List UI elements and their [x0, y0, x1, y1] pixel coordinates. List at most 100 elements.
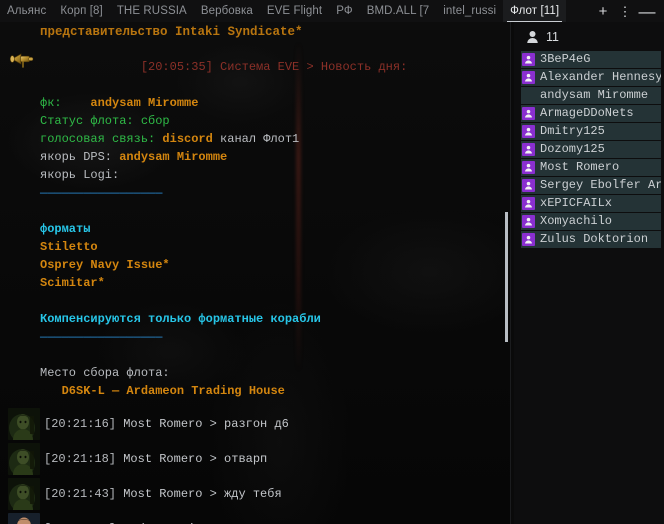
motd-header-line: представительство Intaki Syndicate* [40, 25, 303, 39]
motd-line-4: якорь Logi: [40, 166, 510, 184]
fleet-role-badge-icon [522, 125, 535, 138]
chat-tab-3[interactable]: Вербовка [194, 0, 260, 22]
member-list[interactable]: 3BeP4eG Alexander Hennesy andysam Miromme A… [514, 51, 664, 524]
chat-tab-label: Флот [11] [510, 5, 560, 17]
member-name: ArmageDDoNets [540, 107, 634, 120]
avatar[interactable] [8, 443, 40, 475]
motd-key: якорь Logi: [40, 168, 120, 182]
motd-line-10: Scimitar* [40, 274, 510, 292]
member-list-item[interactable]: Dmitry125 [521, 123, 661, 140]
motd-key: фк: [40, 96, 62, 110]
member-name: Zulus Doktorion [540, 233, 649, 246]
message-timestamp: [20:21:18] [44, 451, 117, 466]
member-count-label: 11 [546, 30, 559, 44]
chat-scrollbar-thumb[interactable] [505, 212, 508, 342]
message-timestamp: [20:21:16] [44, 416, 117, 431]
chat-tab-6[interactable]: BMD.ALL [7 [360, 0, 437, 22]
member-list-item[interactable]: ArmageDDoNets [521, 105, 661, 122]
message-body: разгон д6 [224, 416, 289, 431]
chat-message[interactable]: [20:21:18] Most Romero > отварп [0, 441, 510, 476]
member-list-item[interactable]: andysam Miromme [521, 87, 661, 104]
system-arrow: > [306, 60, 314, 74]
message-author: Most Romero [123, 451, 203, 466]
motd-line-13: ————————————————— [40, 328, 510, 346]
message-arrow: > [202, 486, 225, 501]
motd-line-5: ————————————————— [40, 184, 510, 202]
message-timestamp: [20:21:43] [44, 486, 117, 501]
motd-key: якорь DPS: [40, 150, 113, 164]
member-name: Xomyachilo [540, 215, 613, 228]
member-list-item[interactable]: 3BeP4eG [521, 51, 661, 68]
motd-line-list: фк: andysam Miromme Статус флота: сбор гол… [40, 94, 510, 400]
motd-tail: канал Флот1 [212, 132, 300, 146]
chat-message-list: [20:21:16] Most Romero > разгон д6 [20:21… [0, 406, 510, 524]
chat-message-text: [20:21:16] Most Romero > разгон д6 [44, 416, 289, 432]
motd-line-2: голосовая связь: discord канал Флот1 [40, 130, 510, 148]
motd-key: Статус флота: [40, 114, 134, 128]
member-name: Dozomy125 [540, 143, 605, 156]
avatar[interactable] [8, 478, 40, 510]
system-message-row: [20:05:35] Система EVE > Новость дня: фк… [0, 40, 510, 400]
member-name: Dmitry125 [540, 125, 605, 138]
fleet-role-badge-icon [522, 143, 535, 156]
chat-message[interactable]: [20:21:16] Most Romero > разгон д6 [0, 406, 510, 441]
message-author: Most Romero [123, 486, 203, 501]
motd-text: Scimitar* [40, 276, 105, 290]
fleet-role-badge-icon [522, 197, 535, 210]
motd-line-8: Stiletto [40, 238, 510, 256]
member-list-item[interactable]: Sergey Ebolfer Arjar [521, 177, 661, 194]
fleet-role-badge-icon [522, 233, 535, 246]
fleet-role-badge-icon [522, 161, 535, 174]
minimize-button[interactable]: — [636, 0, 658, 22]
member-list-item[interactable]: Alexander Hennesy [521, 69, 661, 86]
avatar[interactable] [8, 408, 40, 440]
fleet-role-badge-icon [522, 53, 535, 66]
motd-line-7: форматы [40, 220, 510, 238]
member-list-item[interactable]: xEPICFAILx [521, 195, 661, 212]
chat-tab-2[interactable]: THE RUSSIA [110, 0, 194, 22]
chat-message-pane[interactable]: представительство Intaki Syndicate* [20:… [0, 22, 510, 524]
chat-window: Альянс Корп [8] THE RUSSIA Вербовка EVE Flig… [0, 0, 664, 524]
member-list-item[interactable]: Most Romero [521, 159, 661, 176]
motd-line-9: Osprey Navy Issue* [40, 256, 510, 274]
chat-message[interactable]: [20:21:43] Most Romero > жду тебя [0, 476, 510, 511]
chat-tab-1[interactable]: Корп [8] [53, 0, 110, 22]
chat-tab-0[interactable]: Альянс [0, 0, 53, 22]
member-list-item[interactable]: Xomyachilo [521, 213, 661, 230]
motd-text: Stiletto [40, 240, 98, 254]
member-name: andysam Miromme [540, 89, 649, 102]
chat-message[interactable]: [20:22:07] andysam Miromme > Most Romero… [0, 511, 510, 524]
chat-tab-8[interactable]: Флот [11] [503, 0, 567, 22]
chat-scroll-area[interactable]: представительство Intaki Syndicate* [20:… [0, 22, 510, 524]
motd-line-0: фк: andysam Miromme [40, 94, 510, 112]
chat-tab-7[interactable]: intel_russi [436, 0, 503, 22]
fleet-role-badge-icon [522, 71, 535, 84]
chat-tab-4[interactable]: EVE Flight [260, 0, 329, 22]
tab-menu-button[interactable]: ⋮ [614, 0, 636, 22]
member-list-item[interactable]: Zulus Doktorion [521, 231, 661, 248]
member-list-item[interactable]: Dozomy125 [521, 141, 661, 158]
member-list-header: 11 [514, 22, 664, 51]
motd-line-12: Компенсируются только форматные корабли [40, 310, 510, 328]
chat-tab-label: Альянс [7, 5, 47, 17]
message-body: отварп [224, 451, 268, 466]
message-arrow: > [202, 416, 225, 431]
motd-line-16: D6SK-L — Ardameon Trading House [40, 382, 510, 400]
add-tab-button[interactable]: + [592, 0, 614, 22]
motd-text: Место сбора флота: [40, 366, 170, 380]
chat-tab-label: РФ [336, 5, 353, 17]
motd-line-1: Статус флота: сбор [40, 112, 510, 130]
fleet-role-badge-icon [522, 179, 535, 192]
avatar[interactable] [8, 513, 40, 524]
chat-scrollbar[interactable] [505, 22, 508, 524]
message-author: Most Romero [123, 416, 203, 431]
chat-tab-label: Вербовка [200, 5, 253, 17]
chat-tab-label: intel_russi [443, 5, 497, 17]
message-of-the-day: представительство Intaki Syndicate* [20:… [0, 22, 510, 406]
motd-text: Компенсируются только форматные корабли [40, 312, 321, 326]
motd-text: D6SK-L — Ardameon Trading House [40, 384, 285, 398]
chat-tab-5[interactable]: РФ [329, 0, 359, 22]
member-name: Sergey Ebolfer Arjar [540, 179, 661, 192]
system-message-header: [20:05:35] Система EVE > Новость дня: [40, 40, 510, 94]
person-icon [527, 31, 538, 43]
